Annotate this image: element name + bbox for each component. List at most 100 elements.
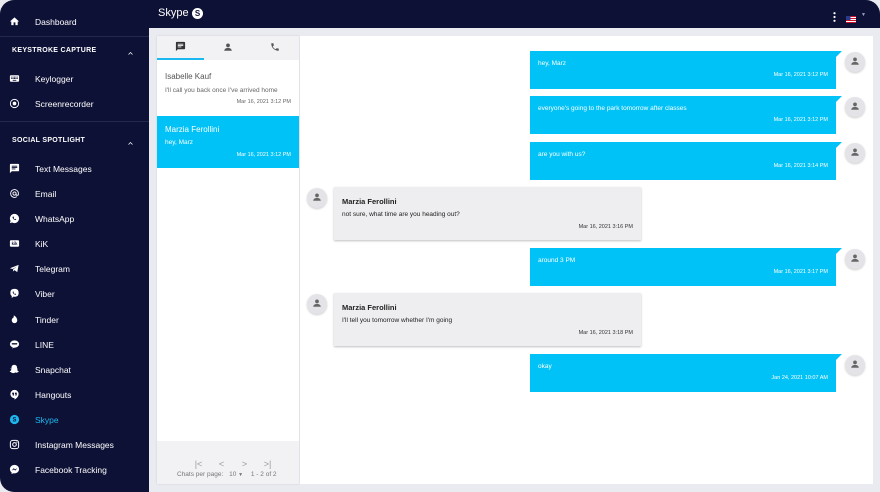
first-page-icon[interactable]: |< — [187, 459, 210, 469]
person-icon — [312, 295, 322, 313]
message-text: are you with us? — [538, 151, 586, 158]
sidebar-item-hangouts[interactable]: Hangouts — [0, 382, 149, 407]
chevron-up-icon — [126, 135, 135, 153]
sidebar-item-kik[interactable]: kik KiK — [0, 231, 149, 256]
tab-chats[interactable] — [157, 36, 204, 60]
message-sender: Marzia Ferollini — [342, 197, 397, 206]
message-text: around 3 PM — [538, 257, 576, 264]
home-icon — [8, 16, 20, 28]
sidebar-item-snapchat[interactable]: Snapchat — [0, 357, 149, 382]
sidebar-item-skype[interactable]: S Skype — [0, 407, 149, 432]
sidebar-item-keylogger[interactable]: Keylogger — [0, 66, 149, 91]
sidebar-item-line[interactable]: LINE — [0, 332, 149, 357]
sidebar-item-label: KiK — [35, 238, 49, 249]
kik-icon: kik — [8, 238, 20, 250]
whatsapp-icon — [8, 213, 20, 225]
next-page-icon[interactable]: > — [233, 459, 256, 469]
sidebar-item-label: Text Messages — [35, 163, 92, 174]
sidebar-item-label: LINE — [35, 339, 54, 350]
sidebar: Dashboard KEYSTROKE CAPTURE Keylogger Sc… — [0, 0, 149, 492]
chat-preview: hey, Marz — [165, 139, 194, 146]
divider — [0, 36, 149, 37]
sidebar-item-label: Telegram — [35, 263, 70, 274]
telegram-icon — [8, 263, 20, 275]
svg-text:S: S — [12, 418, 16, 424]
line-icon — [8, 339, 20, 351]
divider — [0, 121, 149, 122]
skype-icon: S — [8, 414, 20, 426]
avatar — [307, 188, 327, 208]
sidebar-item-instagram[interactable]: Instagram Messages — [0, 432, 149, 457]
sidebar-item-whatsapp[interactable]: WhatsApp — [0, 206, 149, 231]
person-icon — [312, 189, 322, 207]
message-time: Mar 16, 2021 3:17 PM — [773, 269, 828, 275]
messenger-icon — [8, 464, 20, 476]
app-window: Dashboard KEYSTROKE CAPTURE Keylogger Sc… — [0, 0, 880, 492]
tab-calls[interactable] — [251, 36, 298, 60]
person-icon — [223, 39, 233, 57]
sidebar-item-label: Screenrecorder — [35, 98, 94, 109]
chevron-up-icon — [126, 45, 135, 63]
at-icon — [8, 188, 20, 200]
message-text: okay — [538, 363, 552, 370]
chat-time: Mar 16, 2021 3:12 PM — [236, 152, 291, 158]
message-bubble: okay Jan 24, 2021 10:07 AM — [530, 354, 842, 392]
message-icon — [8, 163, 20, 175]
sidebar-item-facebook-tracking[interactable]: Facebook Tracking — [0, 457, 149, 482]
sidebar-item-dashboard[interactable]: Dashboard — [0, 9, 149, 34]
sidebar-item-label: Instagram Messages — [35, 439, 114, 450]
tinder-icon — [8, 314, 20, 326]
chat-list-panel: Isabelle Kauf I'll call you back once I'… — [157, 36, 299, 484]
bubble-tail — [835, 248, 842, 255]
message-time: Mar 16, 2021 3:14 PM — [773, 163, 828, 169]
page-title: Skype — [158, 7, 189, 19]
us-flag-icon[interactable] — [846, 10, 856, 23]
chat-contact-name: Marzia Ferollini — [165, 125, 220, 134]
message-text: hey, Marz — [538, 60, 567, 67]
message-sender: Marzia Ferollini — [342, 303, 397, 312]
bubble-tail — [835, 51, 842, 58]
chat-preview: I'll call you back once I've arrived hom… — [165, 87, 278, 94]
message-bubble: Marzia Ferollini I'll tell you tomorrow w… — [334, 293, 641, 346]
tab-contacts[interactable] — [204, 36, 251, 60]
sidebar-item-viber[interactable]: Viber — [0, 281, 149, 306]
message-text: I'll tell you tomorrow whether I'm going — [342, 317, 453, 324]
sidebar-item-email[interactable]: Email — [0, 181, 149, 206]
bubble-tail — [835, 142, 842, 149]
sidebar-item-tinder[interactable]: Tinder — [0, 307, 149, 332]
section-keystroke-capture[interactable]: KEYSTROKE CAPTURE — [0, 40, 149, 60]
section-title: KEYSTROKE CAPTURE — [12, 46, 97, 54]
top-bar: Skype S ▼ — [149, 0, 880, 28]
sidebar-item-label: Email — [35, 188, 57, 199]
sidebar-item-label: WhatsApp — [35, 213, 75, 224]
section-social-spotlight[interactable]: SOCIAL SPOTLIGHT — [0, 130, 149, 150]
chat-pager: |< < > >| Chats per page: 10 ▼ 1 - 2 of 2 — [157, 441, 299, 484]
sidebar-item-label: Hangouts — [35, 389, 72, 400]
per-page-select[interactable]: 10 ▼ — [229, 471, 243, 478]
chevron-down-icon[interactable]: ▼ — [861, 12, 866, 18]
pager-buttons: |< < > >| — [187, 454, 279, 472]
chat-contact-name: Isabelle Kauf — [165, 72, 212, 81]
sidebar-item-text-messages[interactable]: Text Messages — [0, 156, 149, 181]
skype-icon: S — [192, 8, 203, 19]
sidebar-item-label: Keylogger — [35, 73, 74, 84]
instagram-icon — [8, 439, 20, 451]
message-text: not sure, what time are you heading out? — [342, 211, 460, 218]
last-page-icon[interactable]: >| — [256, 459, 279, 469]
person-icon — [850, 144, 860, 162]
more-vert-icon[interactable] — [833, 9, 836, 22]
pager-info: Chats per page: 10 ▼ 1 - 2 of 2 — [177, 471, 277, 478]
person-icon — [850, 98, 860, 116]
message-text: everyone's going to the park tomorrow af… — [538, 105, 687, 112]
message-bubble: hey, Marz Mar 16, 2021 3:12 PM — [530, 51, 842, 89]
prev-page-icon[interactable]: < — [210, 459, 233, 469]
chat-item-marzia-ferollini[interactable]: Marzia Ferollini hey, Marz Mar 16, 2021 … — [157, 116, 299, 168]
chat-item-isabelle-kauf[interactable]: Isabelle Kauf I'll call you back once I'… — [157, 64, 299, 114]
sidebar-item-screenrecorder[interactable]: Screenrecorder — [0, 91, 149, 116]
svg-text:kik: kik — [11, 241, 17, 246]
person-icon — [850, 356, 860, 374]
active-tab-indicator — [157, 58, 204, 60]
sidebar-item-telegram[interactable]: Telegram — [0, 256, 149, 281]
sidebar-item-label: Tinder — [35, 314, 59, 325]
viber-icon — [8, 288, 20, 300]
